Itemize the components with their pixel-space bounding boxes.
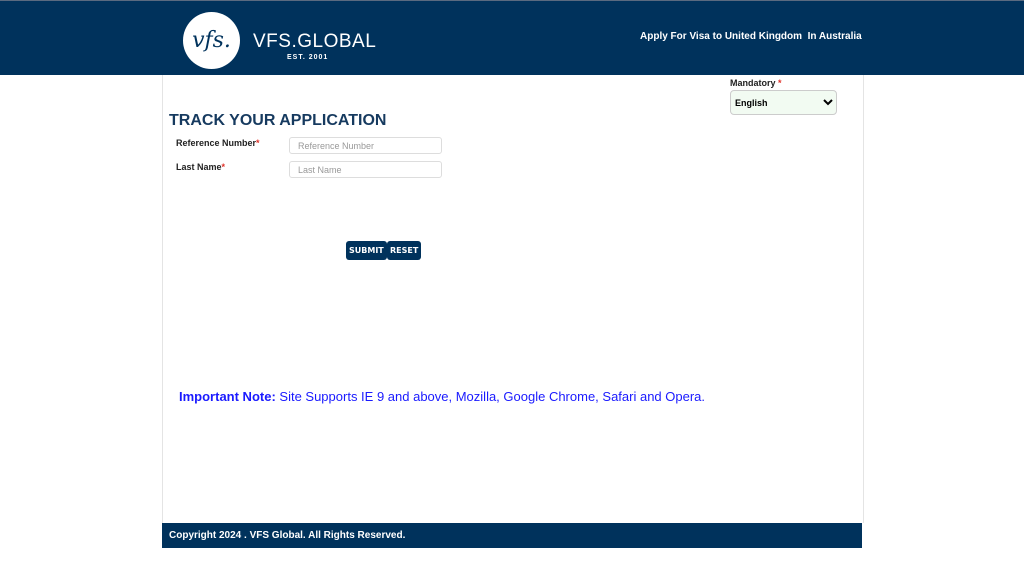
language-select[interactable]: English: [730, 90, 837, 115]
header: vfs. VFS.GLOBAL EST. 2001 Apply For Visa…: [0, 0, 1024, 75]
required-mark: *: [221, 162, 226, 172]
required-mark: *: [256, 138, 260, 148]
last-name-input[interactable]: [289, 161, 442, 178]
brand-est: EST. 2001: [287, 54, 329, 61]
language-label: Mandatory *: [730, 78, 782, 88]
required-mark: *: [778, 78, 782, 88]
footer: Copyright 2024 . VFS Global. All Rights …: [162, 523, 862, 548]
content-panel: [162, 75, 864, 523]
mandatory-text: Mandatory: [730, 78, 776, 88]
reference-number-input[interactable]: [289, 137, 442, 154]
note-label: Important Note:: [179, 389, 276, 404]
vfs-logo[interactable]: vfs.: [183, 12, 240, 69]
submit-button[interactable]: SUBMIT: [346, 241, 387, 260]
last-name-label: Last Name*: [176, 162, 225, 172]
label-text: Last Name: [176, 162, 222, 172]
reference-number-label: Reference Number*: [176, 138, 260, 148]
brand-name: VFS.GLOBAL: [253, 31, 377, 52]
label-text: Reference Number: [176, 138, 257, 148]
page-title: TRACK YOUR APPLICATION: [169, 112, 387, 129]
important-note: Important Note: Site Supports IE 9 and a…: [179, 389, 705, 404]
note-text: Site Supports IE 9 and above, Mozilla, G…: [275, 389, 706, 404]
copyright: Copyright 2024 . VFS Global. All Rights …: [169, 530, 406, 541]
header-title: Apply For Visa to United Kingdom In Aust…: [640, 31, 862, 42]
reset-button[interactable]: RESET: [387, 241, 422, 260]
